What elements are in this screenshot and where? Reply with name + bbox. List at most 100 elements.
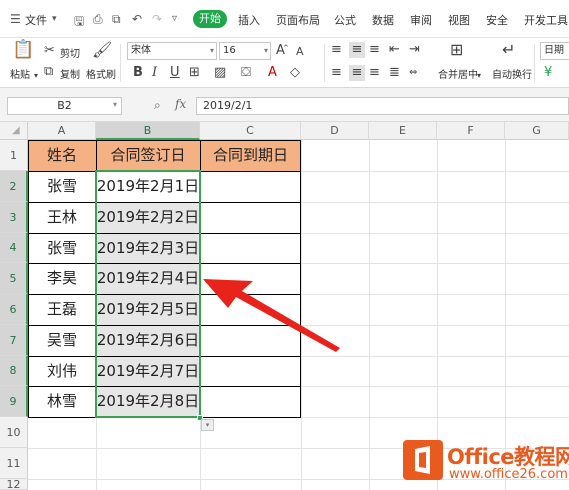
merge-center-button[interactable]: 合并居中 — [438, 66, 478, 81]
merge-center-icon[interactable]: ⊞ — [450, 42, 463, 58]
align-left-icon[interactable]: ≡ — [331, 65, 342, 81]
chevron-down-icon[interactable]: ▾ — [34, 68, 38, 84]
cell-b1[interactable]: 合同签订日 — [96, 140, 200, 171]
cell-c3[interactable] — [200, 202, 301, 233]
underline-button[interactable]: U — [170, 65, 180, 81]
corner-triangle-icon: ◢ — [12, 125, 20, 136]
chevron-down-icon[interactable]: ▾ — [52, 14, 57, 24]
tab-review[interactable]: 审阅 — [410, 12, 432, 28]
tab-view[interactable]: 视图 — [448, 12, 470, 28]
cell-c1[interactable]: 合同到期日 — [200, 140, 301, 171]
redo-icon[interactable]: ↷ — [152, 12, 162, 26]
save-icon[interactable]: 🖫 — [74, 12, 84, 33]
italic-button[interactable]: I — [152, 65, 157, 81]
chevron-down-icon: ▾ — [263, 46, 268, 55]
align-top-icon[interactable]: ≡ — [331, 42, 342, 58]
cell-c4[interactable] — [200, 233, 301, 263]
column-header-d[interactable]: D — [301, 122, 369, 140]
column-header-b[interactable]: B — [96, 122, 200, 140]
row-header-7[interactable]: 7 — [0, 325, 28, 356]
cell-a1[interactable]: 姓名 — [28, 140, 96, 171]
paste-icon[interactable]: 📋 — [12, 41, 34, 59]
row-header-8[interactable]: 8 — [0, 356, 28, 386]
row-header-12[interactable]: 12 — [0, 479, 28, 490]
customize-icon[interactable]: ▿ — [172, 13, 177, 24]
hamburger-icon[interactable]: ☰ — [10, 12, 21, 26]
cell-a5[interactable]: 李昊 — [28, 263, 96, 294]
copy-icon[interactable]: ⧉ — [44, 64, 53, 80]
font-color-icon[interactable]: A — [268, 65, 277, 81]
cell-c8[interactable] — [200, 356, 301, 386]
row-header-9[interactable]: 9 — [0, 386, 28, 417]
cell-a3[interactable]: 王林 — [28, 202, 96, 233]
cell-c9[interactable] — [200, 386, 301, 417]
cell-a4[interactable]: 张雪 — [28, 233, 96, 263]
zoom-icon[interactable]: ⌕ — [154, 98, 161, 113]
align-bottom-icon[interactable]: ≡ — [369, 42, 380, 58]
fx-icon[interactable]: fx — [175, 97, 186, 111]
justify-icon[interactable]: ≣ — [389, 65, 400, 81]
row-header-3[interactable]: 3 — [0, 202, 28, 233]
column-header-e[interactable]: E — [369, 122, 437, 140]
paint-bucket-icon[interactable]: ⛋ — [241, 65, 251, 81]
distributed-icon[interactable]: ⇔ — [409, 65, 417, 81]
print-preview-icon[interactable]: ⧉ — [112, 12, 121, 27]
chevron-down-icon[interactable]: ▾ — [477, 68, 481, 84]
currency-icon[interactable]: ¥ — [544, 65, 552, 81]
column-header-c[interactable]: C — [200, 122, 301, 140]
wrap-text-icon[interactable]: ↵ — [502, 42, 515, 58]
chevron-down-icon[interactable]: ▾ — [113, 100, 117, 109]
tab-formulas[interactable]: 公式 — [334, 12, 356, 28]
shrink-font-icon[interactable]: A — [296, 44, 304, 60]
row-header-4[interactable]: 4 — [0, 233, 28, 263]
cell-a7[interactable]: 吴雪 — [28, 325, 96, 356]
align-center-icon[interactable]: ≡ — [349, 65, 365, 81]
row-header-5[interactable]: 5 — [0, 263, 28, 294]
cut-button[interactable]: 剪切 — [60, 45, 80, 60]
gridline — [505, 140, 506, 490]
align-right-icon[interactable]: ≡ — [369, 65, 380, 81]
tab-developer[interactable]: 开发工具 — [524, 12, 568, 28]
border-icon[interactable]: ⊞ — [189, 65, 200, 81]
tab-insert[interactable]: 插入 — [238, 12, 260, 28]
print-icon[interactable]: ⎙ — [93, 12, 103, 27]
cell-a9[interactable]: 林雪 — [28, 386, 96, 417]
format-painter-icon[interactable]: 🖌 — [92, 42, 112, 58]
row-header-2[interactable]: 2 — [0, 171, 28, 202]
cell-a2[interactable]: 张雪 — [28, 171, 96, 202]
font-size-select[interactable]: 16 ▾ — [219, 42, 271, 60]
indent-increase-icon[interactable]: ⇥ — [409, 42, 420, 58]
eraser-icon[interactable]: ◇ — [290, 65, 300, 81]
column-header-a[interactable]: A — [28, 122, 96, 140]
row-header-10[interactable]: 10 — [0, 417, 28, 448]
cell-a6[interactable]: 王磊 — [28, 294, 96, 325]
scissors-icon[interactable]: ✂ — [44, 43, 55, 59]
font-name-select[interactable]: 宋体 ▾ — [127, 42, 217, 60]
cell-a8[interactable]: 刘伟 — [28, 356, 96, 386]
bold-button[interactable]: B — [133, 65, 143, 81]
undo-icon[interactable]: ↶ — [132, 12, 142, 26]
fill-color-icon[interactable]: ▨ — [214, 65, 226, 81]
tab-data[interactable]: 数据 — [372, 12, 394, 28]
file-menu[interactable]: 文件 — [25, 12, 47, 28]
column-header-f[interactable]: F — [437, 122, 505, 140]
row-header-11[interactable]: 11 — [0, 448, 28, 479]
copy-button[interactable]: 复制 — [60, 66, 80, 81]
tab-security[interactable]: 安全 — [486, 12, 508, 28]
wrap-text-button[interactable]: 自动换行 — [492, 66, 532, 81]
paste-button[interactable]: 粘贴 — [10, 66, 30, 81]
indent-decrease-icon[interactable]: ⇤ — [389, 42, 400, 58]
formula-input[interactable]: 2019/2/1 — [196, 97, 569, 115]
format-painter-button[interactable]: 格式刷 — [86, 66, 116, 81]
row-header-1[interactable]: 1 — [0, 140, 28, 171]
cell-c2[interactable] — [200, 171, 301, 202]
row-header-6[interactable]: 6 — [0, 294, 28, 325]
tab-start[interactable]: 开始 — [193, 10, 227, 28]
tab-page-layout[interactable]: 页面布局 — [276, 12, 320, 28]
column-header-g[interactable]: G — [505, 122, 569, 140]
select-all-corner[interactable]: ◢ — [0, 122, 28, 140]
align-middle-icon[interactable]: ≡ — [349, 42, 365, 58]
number-format-select[interactable]: 日期 — [540, 42, 569, 60]
quick-fill-options-icon[interactable]: ▾ — [201, 419, 214, 431]
name-box[interactable]: B2 — [7, 97, 122, 115]
